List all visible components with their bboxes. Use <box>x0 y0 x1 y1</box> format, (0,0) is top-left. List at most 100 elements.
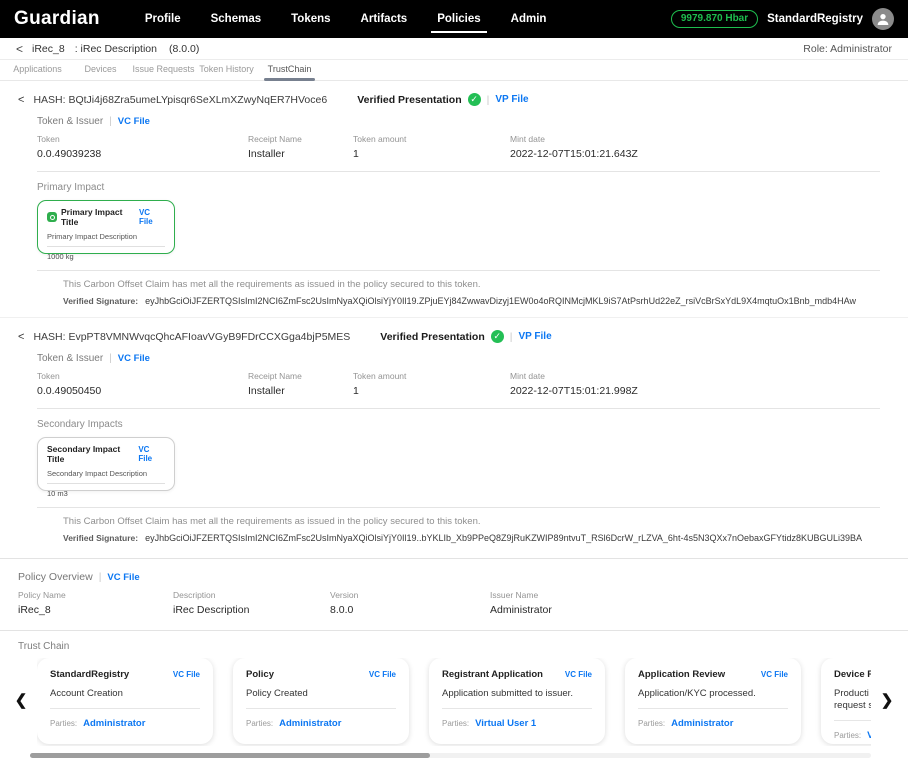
field-value: 1 <box>353 385 359 397</box>
vc-file-link[interactable]: VC File <box>118 353 150 364</box>
parties-link[interactable]: Administrator <box>83 718 145 729</box>
field-label: Mint date <box>510 134 545 144</box>
vc-file-link[interactable]: VC File <box>138 445 165 463</box>
field-value: iRec_8 <box>18 604 51 616</box>
carousel-left-icon[interactable]: ❮ <box>13 690 29 712</box>
vc-file-link[interactable]: VC File <box>761 670 788 679</box>
section-divider <box>37 507 880 508</box>
hash-group-1: < HASH: BQtJi4j68Zra5umeLYpisqr6SeXLmXZw… <box>0 93 908 318</box>
primary-impact-card: Primary Impact Title VC File Primary Imp… <box>37 200 175 261</box>
card-title: Application Review <box>638 669 726 680</box>
parties-link[interactable]: V <box>867 730 871 741</box>
carousel-right-icon[interactable]: ❯ <box>879 690 895 712</box>
token-issuer-label: Token & Issuer <box>37 353 104 364</box>
impact-card-value: 1000 kg <box>47 252 74 261</box>
verified-signature-label: Verified Signature: <box>63 533 139 543</box>
horizontal-scrollbar <box>30 753 871 758</box>
field-label: Token amount <box>353 371 407 381</box>
hash-collapse-icon[interactable]: < <box>18 331 24 343</box>
card-description: Producti request s <box>834 688 871 711</box>
field-label: Token <box>37 134 60 144</box>
field-label: Token amount <box>353 134 407 144</box>
nav-right: 9979.870 Hbar StandardRegistry <box>670 8 894 30</box>
section-divider <box>0 558 908 559</box>
vc-file-link[interactable]: VC File <box>118 116 150 127</box>
vc-file-link[interactable]: VC File <box>173 670 200 679</box>
vp-file-link[interactable]: VP File <box>495 94 528 105</box>
parties-link[interactable]: Virtual User 1 <box>475 718 536 729</box>
breadcrumb-policy-version: (8.0.0) <box>168 42 200 55</box>
claim-text: This Carbon Offset Claim has met all the… <box>63 516 481 527</box>
hash-value: BQtJi4j68Zra5umeLYpisqr6SeXLmXZwyNqER7HV… <box>68 93 328 106</box>
scrollbar-thumb[interactable] <box>30 753 430 758</box>
field-label: Policy Name <box>18 590 66 600</box>
field-label: Issuer Name <box>490 590 539 600</box>
vc-file-link[interactable]: VC File <box>107 572 139 583</box>
breadcrumb-policy-description: : iRec Description <box>74 42 157 55</box>
token-fields: Token 0.0.49039238 Receipt Name Installe… <box>37 134 908 161</box>
trust-chain-card-policy: Policy VC File Policy Created Parties: A… <box>233 658 409 744</box>
role-label: Role: Administrator <box>803 42 892 55</box>
field-value: 1 <box>353 148 359 160</box>
impact-heading: Primary Impact <box>37 182 105 193</box>
hash-label: HASH: EvpPT8VMNWvqcQhcAFIoavVGyB9FDrCCXG… <box>33 330 351 343</box>
vc-file-link[interactable]: VC File <box>139 208 165 226</box>
verified-check-icon: ✓ <box>490 330 504 343</box>
field-value: 2022-12-07T15:01:21.643Z <box>510 148 638 160</box>
tab-trustchain[interactable]: TrustChain <box>258 60 321 81</box>
hash-group-2: < HASH: EvpPT8VMNWvqcQhcAFIoavVGyB9FDrCC… <box>0 330 908 544</box>
policy-tabs: Applications Devices Issue Requests Toke… <box>0 60 908 81</box>
tab-applications[interactable]: Applications <box>6 60 69 80</box>
vc-file-link[interactable]: VC File <box>369 670 396 679</box>
card-title: Policy <box>246 669 274 680</box>
nav-item-profile[interactable]: Profile <box>145 0 181 38</box>
nav-item-admin[interactable]: Admin <box>511 0 547 38</box>
field-value: 8.0.0 <box>330 604 354 616</box>
signature-value: eyJhbGciOiJFZERTQSIsImI2NCI6ZmFsc2UsImNy… <box>145 533 863 543</box>
field-label: Mint date <box>510 371 545 381</box>
card-divider <box>442 707 592 709</box>
nav-menu: Profile Schemas Tokens Artifacts Policie… <box>130 0 562 38</box>
impact-card-title: Secondary Impact Title <box>47 444 121 464</box>
parties-link[interactable]: Administrator <box>671 718 733 729</box>
back-icon[interactable]: < <box>16 42 23 56</box>
parties-label: Parties: <box>246 718 274 728</box>
trust-chain-card-application-review: Application Review VC File Application/K… <box>625 658 801 744</box>
nav-item-tokens[interactable]: Tokens <box>291 0 330 38</box>
impact-card-value: 10 m3 <box>47 489 68 498</box>
field-value: iRec Description <box>173 604 250 616</box>
token-fields: Token 0.0.49050450 Receipt Name Installe… <box>37 371 908 398</box>
tab-issue-requests[interactable]: Issue Requests <box>132 60 195 80</box>
user-avatar[interactable] <box>872 8 894 30</box>
hash-value: EvpPT8VMNWvqcQhcAFIoavVGyB9FDrCCXGga4bjP… <box>68 330 351 343</box>
card-divider <box>638 707 788 709</box>
hash-collapse-icon[interactable]: < <box>18 94 24 106</box>
section-divider <box>37 408 880 409</box>
parties-label: Parties: <box>50 718 78 728</box>
field-label: Receipt Name <box>248 371 302 381</box>
field-label: Description <box>173 590 216 600</box>
trust-chain-carousel: ❮ StandardRegistry VC File Account Creat… <box>0 658 908 746</box>
parties-link[interactable]: Administrator <box>279 718 341 729</box>
card-divider <box>834 719 871 721</box>
vc-file-link[interactable]: VC File <box>565 670 592 679</box>
signature-value: eyJhbGciOiJFZERTQSIsImI2NCI6ZmFsc2UsImNy… <box>145 296 857 306</box>
divider: | <box>98 571 102 583</box>
nav-item-artifacts[interactable]: Artifacts <box>361 0 408 38</box>
verified-presentation-label: Verified Presentation <box>357 93 462 106</box>
field-value: 2022-12-07T15:01:21.998Z <box>510 385 638 397</box>
nav-item-policies[interactable]: Policies <box>431 0 488 38</box>
impact-card-description: Secondary Impact Description <box>47 469 148 478</box>
nav-item-schemas[interactable]: Schemas <box>211 0 262 38</box>
verified-presentation-label: Verified Presentation <box>380 330 485 343</box>
vp-file-link[interactable]: VP File <box>518 331 551 342</box>
policy-overview-section: Policy Overview | VC File Policy Name iR… <box>0 571 908 616</box>
card-title: Registrant Application <box>442 669 543 680</box>
verified-check-icon: ✓ <box>467 93 481 106</box>
tab-token-history[interactable]: Token History <box>195 60 258 80</box>
app-logo[interactable]: Guardian <box>14 8 100 30</box>
breadcrumb: < iRec_8 : iRec Description (8.0.0) Role… <box>0 38 908 60</box>
tab-devices[interactable]: Devices <box>69 60 132 80</box>
group-divider <box>0 317 908 318</box>
policy-fields: Policy Name iRec_8 Description iRec Desc… <box>18 590 908 616</box>
